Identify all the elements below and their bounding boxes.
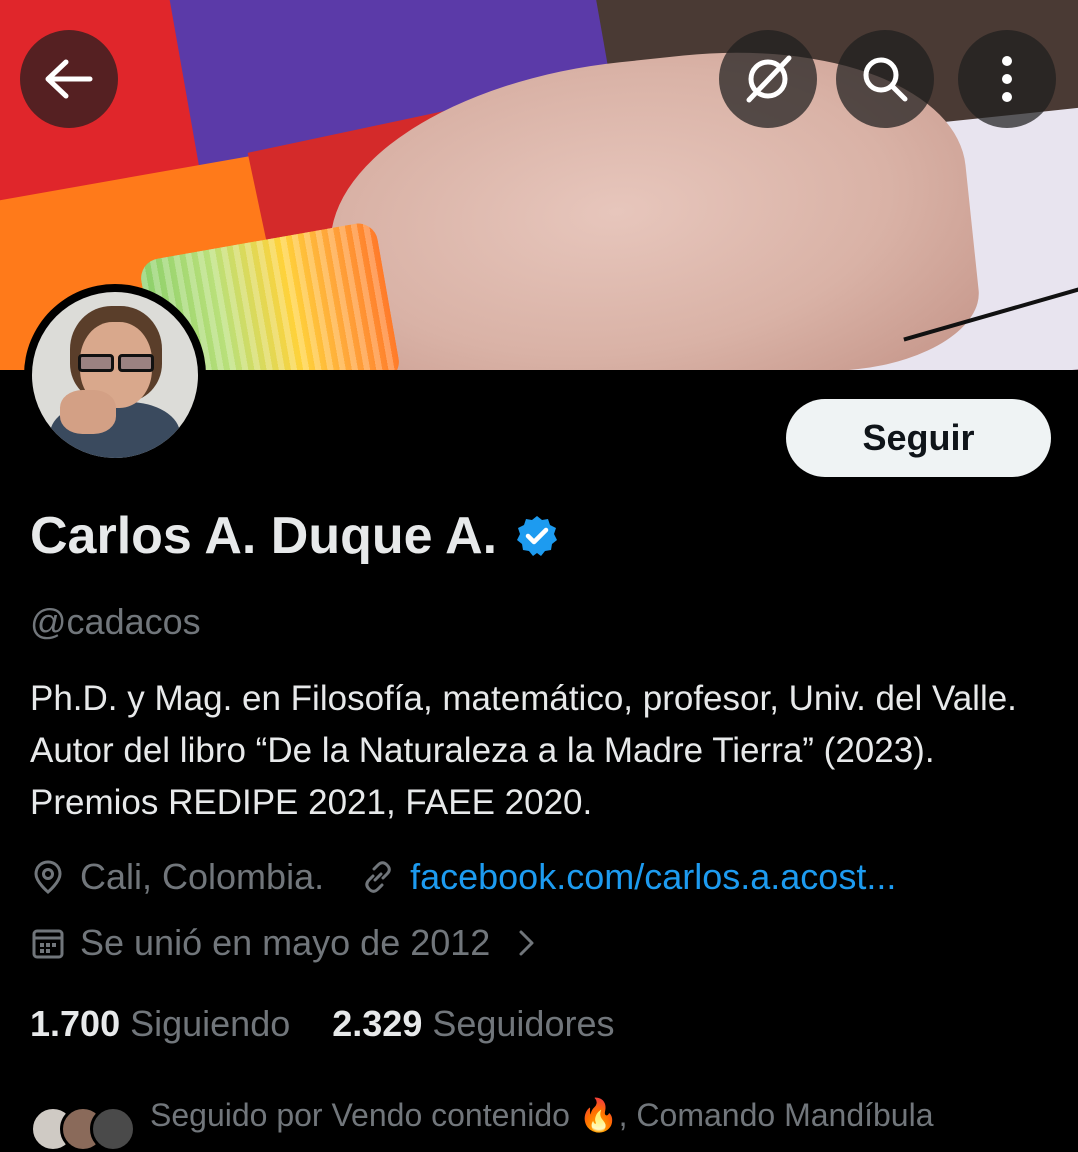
location-text: Cali, Colombia. [80, 856, 325, 897]
back-button[interactable] [20, 30, 118, 128]
calendar-icon [32, 929, 64, 959]
profile-meta-row: Cali, Colombia. facebook.com/carlos.a.ac… [30, 856, 896, 898]
chevron-right-icon [519, 930, 534, 956]
more-options-button[interactable] [958, 30, 1056, 128]
avatar-glasses [72, 354, 156, 374]
joined-row[interactable]: Se unió en mayo de 2012 [30, 922, 538, 964]
verified-badge-icon[interactable] [515, 514, 559, 558]
search-icon [863, 57, 908, 102]
location-pin-icon [34, 860, 62, 894]
follow-stats: 1.700 Siguiendo 2.329 Seguidores [30, 1003, 657, 1045]
followers-label: Seguidores [432, 1003, 615, 1044]
follow-button[interactable]: Seguir [786, 399, 1051, 477]
display-name: Carlos A. Duque A. [30, 507, 498, 565]
location: Cali, Colombia. [30, 856, 324, 898]
grok-icon [746, 55, 792, 103]
avatar-photo [32, 292, 198, 458]
following-stat[interactable]: 1.700 Siguiendo [30, 1003, 290, 1045]
profile-avatar[interactable] [24, 284, 206, 466]
followed-by-text[interactable]: Seguido por Vendo contenido 🔥, Comando M… [150, 1096, 934, 1134]
username-handle: @cadacos [30, 601, 201, 642]
following-count: 1.700 [30, 1003, 121, 1044]
profile-bio: Ph.D. y Mag. en Filosofía, matemático, p… [30, 679, 1017, 822]
avatar-hand [60, 390, 116, 434]
followers-count: 2.329 [332, 1003, 423, 1044]
more-vertical-icon [1002, 56, 1012, 102]
followed-by-avatars[interactable] [30, 1106, 140, 1152]
name-row: Carlos A. Duque A. [30, 506, 559, 566]
search-button[interactable] [836, 30, 934, 128]
website[interactable]: facebook.com/carlos.a.acost... [360, 856, 896, 898]
grok-button[interactable] [719, 30, 817, 128]
arrow-left-icon [45, 59, 93, 99]
following-label: Siguiendo [130, 1003, 291, 1044]
joined-date: Se unió en mayo de 2012 [80, 922, 491, 963]
link-icon [365, 861, 391, 893]
followers-stat[interactable]: 2.329 Seguidores [332, 1003, 614, 1045]
website-link[interactable]: facebook.com/carlos.a.acost... [410, 856, 896, 898]
